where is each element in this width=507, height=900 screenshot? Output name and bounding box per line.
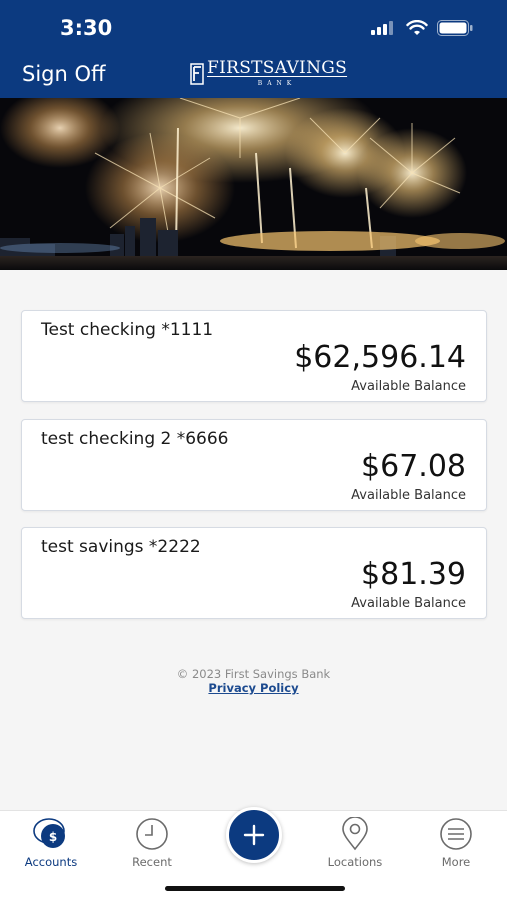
status-icons: [371, 20, 473, 36]
tab-label: Accounts: [24, 855, 78, 869]
status-time: 3:30: [60, 16, 113, 40]
account-name: test checking 2 *6666: [41, 429, 229, 449]
account-card[interactable]: Test checking *1111 $62,596.14 Available…: [21, 310, 487, 402]
account-card[interactable]: test checking 2 *6666 $67.08 Available B…: [21, 419, 487, 511]
accounts-icon: $: [33, 818, 65, 848]
tab-label: More: [441, 855, 471, 869]
account-balance: $67.08: [361, 449, 466, 484]
app-header: 3:30 Sign Off FIRSTSAVINGS BANK: [0, 0, 507, 98]
logo-subtext: BANK: [257, 80, 297, 87]
account-balance: $62,596.14: [294, 340, 466, 375]
account-balance: $81.39: [361, 557, 466, 592]
battery-icon: [437, 20, 473, 36]
tab-more[interactable]: More: [416, 817, 496, 869]
privacy-policy-link-text[interactable]: Privacy Policy: [208, 681, 298, 695]
tab-label: Locations: [327, 855, 383, 869]
logo-wordmark: FIRSTSAVINGS: [207, 58, 348, 78]
copyright-text: © 2023 First Savings Bank: [176, 667, 331, 681]
account-name: Test checking *1111: [41, 320, 214, 340]
tab-locations[interactable]: Locations: [315, 817, 395, 869]
tab-accounts[interactable]: $ Accounts: [11, 817, 91, 869]
plus-icon: [243, 824, 265, 846]
svg-text:$: $: [49, 830, 57, 844]
menu-icon: [440, 818, 472, 850]
wifi-icon: [406, 20, 428, 35]
home-indicator: [165, 886, 345, 891]
account-balance-label: Available Balance: [351, 596, 466, 611]
cellular-signal-icon: [371, 21, 393, 35]
clock-icon: [136, 818, 168, 850]
tab-label: Recent: [132, 855, 172, 869]
sign-off-button[interactable]: Sign Off: [22, 62, 105, 86]
location-pin-icon: [342, 817, 368, 851]
account-balance-label: Available Balance: [351, 379, 466, 394]
account-balance-label: Available Balance: [351, 488, 466, 503]
add-action-button[interactable]: [226, 807, 282, 863]
fireworks-banner-image: [0, 98, 507, 270]
logo-monogram-icon: [190, 62, 204, 85]
account-name: test savings *2222: [41, 537, 201, 557]
account-card[interactable]: test savings *2222 $81.39 Available Bala…: [21, 527, 487, 619]
tab-recent[interactable]: Recent: [112, 817, 192, 869]
privacy-policy-link: Privacy Policy: [0, 681, 507, 695]
bank-logo: FIRSTSAVINGS BANK: [190, 60, 347, 87]
